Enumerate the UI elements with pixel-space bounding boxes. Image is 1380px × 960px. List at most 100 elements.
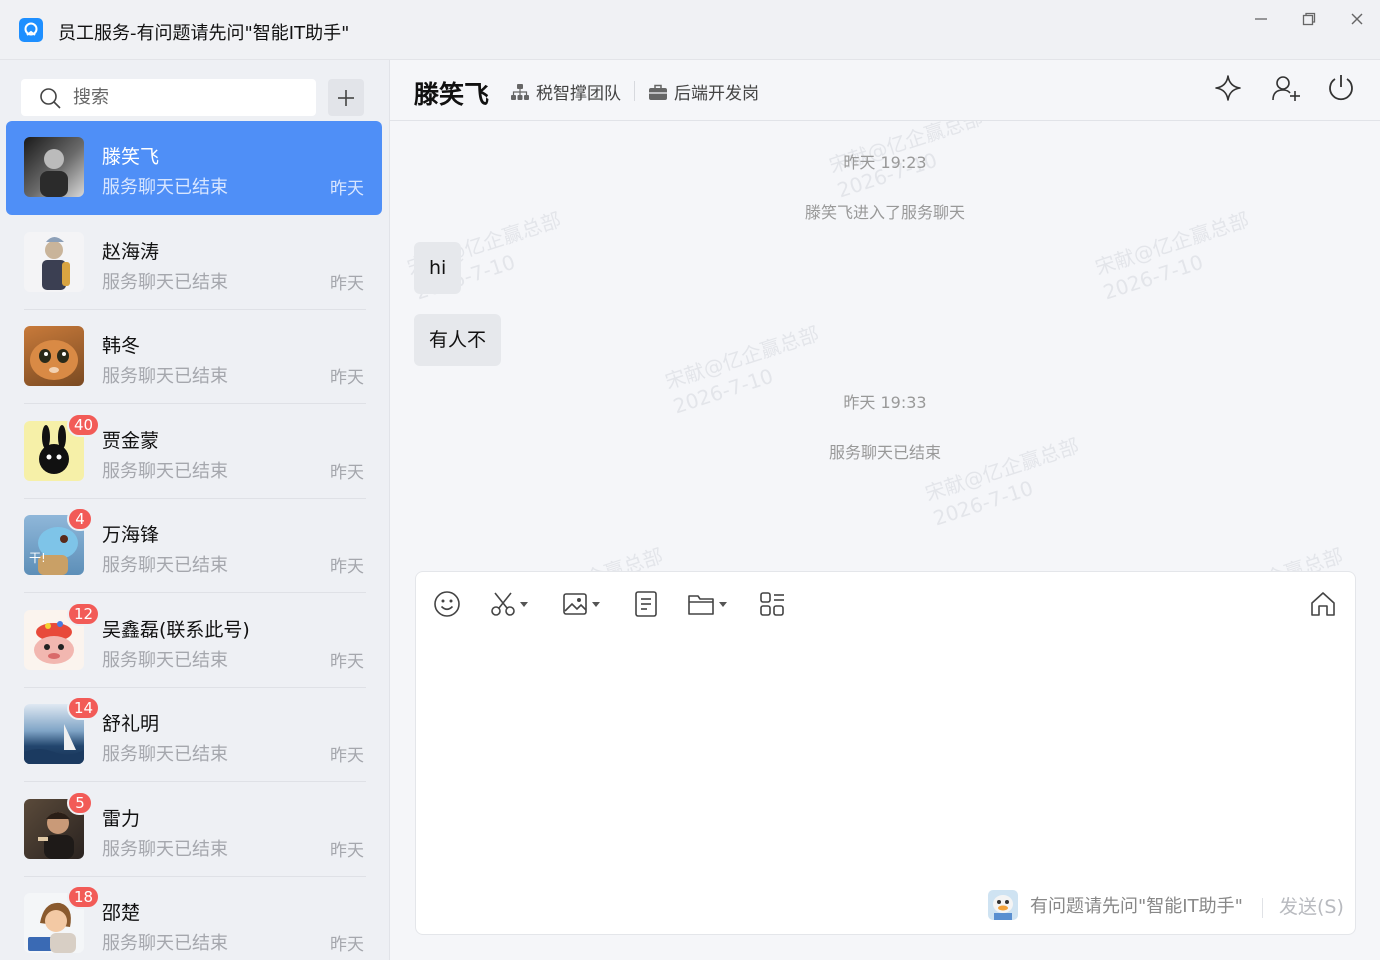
message-timestamp: 昨天 19:33 [843, 393, 927, 412]
conversation-time: 昨天 [330, 179, 364, 199]
conversation-time: 昨天 [330, 463, 364, 483]
divider [24, 781, 366, 782]
conversation-item[interactable]: 赵海涛 服务聊天已结束 昨天 [6, 216, 382, 310]
assistant-hint: 有问题请先问"智能IT助手" [1030, 896, 1243, 917]
conversation-subtitle: 服务聊天已结束 [102, 177, 228, 198]
search-input[interactable] [73, 79, 303, 116]
chevron-down-icon [520, 601, 528, 607]
image-button[interactable] [562, 588, 600, 620]
file-button[interactable] [687, 588, 727, 620]
team-label: 税智撑团队 [536, 84, 621, 104]
ai-assistant-link[interactable]: 有问题请先问"智能IT助手" [988, 890, 1243, 920]
message-timestamp: 昨天 19:23 [843, 153, 927, 172]
conversation-item[interactable]: 滕笑飞 服务聊天已结束 昨天 [6, 121, 382, 215]
emoji-icon [434, 591, 460, 617]
svg-text:干!: 干! [29, 551, 46, 565]
message-composer: 有问题请先问"智能IT助手" 发送(S) [415, 571, 1356, 935]
conversation-item[interactable]: 40 贾金蒙 服务聊天已结束 昨天 [6, 405, 382, 499]
conversation-time: 昨天 [330, 935, 364, 955]
screenshot-button[interactable] [490, 588, 528, 620]
document-button[interactable] [634, 588, 658, 620]
system-message: 服务聊天已结束 [828, 443, 941, 462]
restore-icon [1302, 12, 1316, 26]
scissors-icon [491, 592, 515, 616]
add-member-button[interactable] [1267, 68, 1307, 108]
peer-name: 滕笑飞 [414, 80, 490, 109]
chevron-down-icon [592, 601, 600, 607]
conversation-name: 滕笑飞 [102, 146, 160, 168]
title-bar: 员工服务-有问题请先问"智能IT助手" [0, 0, 1380, 60]
conversation-sidebar: 滕笑飞 服务聊天已结束 昨天 赵海涛 服务聊天已结束 昨天 韩冬 服务聊天已结束… [0, 60, 390, 960]
chevron-down-icon [719, 601, 727, 607]
conversation-name: 邵楚 [102, 902, 141, 924]
message-bubble[interactable]: 有人不 [414, 314, 502, 366]
conversation-name: 吴鑫磊(联系此号) [102, 619, 250, 641]
window-title: 员工服务-有问题请先问"智能IT助手" [58, 23, 350, 44]
chat-panel: 宋献@亿企赢总部 2026-7-10 宋献@亿企赢总部 2026-7-10 宋献@亿… [390, 60, 1380, 960]
favorite-button[interactable] [1208, 68, 1248, 108]
avatar [24, 326, 84, 386]
conversation-name: 贾金蒙 [102, 430, 160, 452]
unread-badge: 40 [67, 413, 101, 437]
unread-badge: 4 [67, 507, 93, 531]
image-icon [563, 593, 587, 615]
conversation-item[interactable]: 5 雷力 服务聊天已结束 昨天 [6, 783, 382, 877]
avatar [24, 232, 84, 292]
conversation-subtitle: 服务聊天已结束 [102, 461, 228, 482]
document-icon [635, 591, 657, 617]
minimize-icon [1255, 18, 1267, 20]
unread-badge: 12 [67, 602, 101, 626]
message-bubble[interactable]: hi [414, 242, 462, 294]
team-tag: 税智撑团队 [510, 79, 621, 104]
conversation-time: 昨天 [330, 652, 364, 672]
conversation-name: 雷力 [102, 808, 141, 830]
divider [24, 592, 366, 593]
apps-grid-icon [760, 592, 784, 616]
conversation-subtitle: 服务聊天已结束 [102, 839, 228, 860]
conversation-subtitle: 服务聊天已结束 [102, 366, 228, 387]
conversation-item[interactable]: 韩冬 服务聊天已结束 昨天 [6, 310, 382, 404]
conversation-name: 舒礼明 [102, 713, 160, 735]
minimize-button[interactable] [1241, 5, 1281, 33]
chat-header: 滕笑飞 税智撑团队 后端开发岗 [390, 60, 1380, 121]
unread-badge: 18 [67, 885, 101, 909]
close-icon [1351, 13, 1363, 25]
add-user-icon [1272, 76, 1300, 101]
home-icon [1311, 592, 1335, 616]
home-button[interactable] [1309, 588, 1337, 620]
emoji-button[interactable] [433, 588, 461, 620]
conversation-time: 昨天 [330, 274, 364, 294]
restore-button[interactable] [1289, 5, 1329, 33]
search-box[interactable] [21, 79, 316, 116]
conversation-item[interactable]: 14 舒礼明 服务聊天已结束 昨天 [6, 688, 382, 782]
end-chat-button[interactable] [1321, 68, 1361, 108]
role-tag: 后端开发岗 [648, 79, 759, 104]
plus-icon [338, 89, 354, 106]
conversation-subtitle: 服务聊天已结束 [102, 555, 228, 576]
apps-button[interactable] [759, 588, 785, 620]
message-input[interactable] [432, 636, 1337, 866]
add-button[interactable] [328, 79, 364, 116]
conversation-subtitle: 服务聊天已结束 [102, 650, 228, 671]
org-chart-icon [511, 83, 529, 100]
divider [634, 81, 635, 101]
avatar [24, 137, 84, 197]
conversation-item[interactable]: 12 吴鑫磊(联系此号) 服务聊天已结束 昨天 [6, 594, 382, 688]
divider [24, 403, 366, 404]
power-icon [1329, 75, 1353, 101]
conversation-time: 昨天 [330, 557, 364, 577]
send-button[interactable]: 发送(S) [1279, 892, 1344, 919]
conversation-name: 赵海涛 [102, 241, 160, 263]
role-label: 后端开发岗 [674, 84, 759, 104]
search-icon [40, 88, 61, 109]
unread-badge: 5 [67, 791, 93, 815]
conversation-time: 昨天 [330, 368, 364, 388]
conversation-time: 昨天 [330, 746, 364, 766]
folder-icon [688, 595, 714, 615]
conversation-item[interactable]: 干! 4 万海锋 服务聊天已结束 昨天 [6, 499, 382, 593]
conversation-time: 昨天 [330, 841, 364, 861]
close-button[interactable] [1337, 5, 1377, 33]
conversation-item[interactable]: 18 邵楚 服务聊天已结束 昨天 [6, 877, 382, 960]
app-logo-icon [19, 18, 43, 42]
unread-badge: 14 [67, 696, 101, 720]
